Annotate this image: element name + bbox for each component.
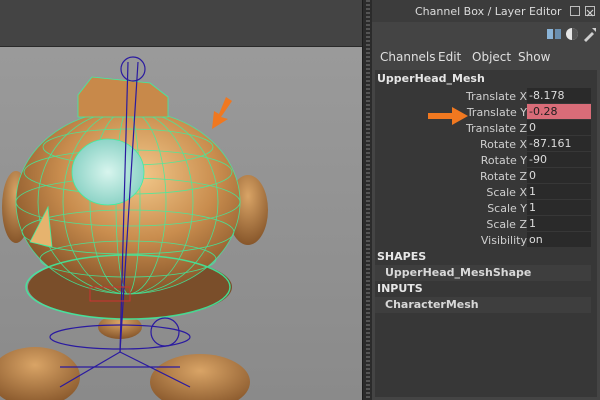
attr-label: Rotate Y	[480, 154, 527, 167]
attr-value-field[interactable]: on	[527, 232, 591, 247]
attr-row-rotate-z[interactable]: Rotate Z 0	[375, 168, 591, 184]
viewport-toolbar	[0, 0, 362, 47]
attr-label: Translate Y	[466, 106, 527, 119]
panel-splitter[interactable]	[362, 0, 372, 400]
right-arm-shape	[150, 354, 250, 400]
hat-shape	[77, 76, 169, 118]
left-arm-shape	[0, 347, 80, 400]
attr-label: Scale Z	[486, 218, 527, 231]
attr-value-field[interactable]: -8.178	[527, 88, 591, 103]
attr-value-field[interactable]: -90	[527, 152, 591, 167]
inputs-header: INPUTS	[377, 282, 423, 295]
channel-box-icon[interactable]	[546, 26, 562, 42]
shapes-item[interactable]: UpperHead_MeshShape	[375, 265, 591, 281]
object-name[interactable]: UpperHead_Mesh	[377, 72, 485, 85]
menu-edit[interactable]: Edit	[438, 50, 461, 64]
channel-box-panel: Channel Box / Layer Editor Channels Edit…	[372, 0, 600, 400]
tool-settings-icon[interactable]	[582, 26, 598, 42]
splitter-grip[interactable]	[366, 0, 370, 400]
close-panel-button[interactable]	[585, 6, 595, 17]
annotation-arrow-channel	[428, 107, 468, 125]
attr-row-scale-y[interactable]: Scale Y 1	[375, 200, 591, 216]
menu-object[interactable]: Object	[472, 50, 511, 64]
attr-row-rotate-x[interactable]: Rotate X -87.161	[375, 136, 591, 152]
viewport-panel[interactable]	[0, 0, 362, 400]
attr-label: Translate X	[466, 90, 527, 103]
attr-row-scale-z[interactable]: Scale Z 1	[375, 216, 591, 232]
shape-node-name: UpperHead_MeshShape	[385, 266, 532, 279]
attr-value-field[interactable]: 1	[527, 200, 591, 215]
attr-value-field[interactable]: 0	[527, 168, 591, 183]
scene-view[interactable]	[0, 47, 362, 400]
attr-row-translate-z[interactable]: Translate Z 0	[375, 120, 591, 136]
shapes-header: SHAPES	[377, 250, 427, 263]
attr-row-visibility[interactable]: Visibility on	[375, 232, 591, 248]
attr-value-field[interactable]: 1	[527, 184, 591, 199]
attr-row-translate-x[interactable]: Translate X -8.178	[375, 88, 591, 104]
attr-label: Scale X	[486, 186, 527, 199]
inputs-item[interactable]: CharacterMesh	[375, 297, 591, 313]
attr-label: Rotate X	[479, 138, 527, 151]
attr-value-field[interactable]: -87.161	[527, 136, 591, 151]
attr-value-field-highlighted[interactable]: -0.28	[527, 104, 591, 119]
annotation-arrow-viewport	[212, 97, 232, 129]
attr-label: Rotate Z	[479, 170, 527, 183]
close-icon	[586, 9, 594, 17]
float-panel-button[interactable]	[570, 6, 580, 16]
channel-list: UpperHead_Mesh Translate X -8.178 Transl…	[375, 70, 597, 397]
attr-label: Scale Y	[487, 202, 527, 215]
attr-label: Visibility	[480, 234, 527, 247]
menu-show[interactable]: Show	[518, 50, 550, 64]
attribute-editor-icon[interactable]	[564, 26, 580, 42]
attr-row-rotate-y[interactable]: Rotate Y -90	[375, 152, 591, 168]
input-node-name: CharacterMesh	[385, 298, 479, 311]
panel-title-bar: Channel Box / Layer Editor	[372, 0, 600, 22]
channel-box-icon-row	[372, 22, 600, 46]
attr-value-field[interactable]: 0	[527, 120, 591, 135]
character-render	[0, 56, 268, 400]
panel-title: Channel Box / Layer Editor	[415, 5, 562, 18]
attr-row-translate-y[interactable]: Translate Y -0.28	[375, 104, 591, 120]
attr-value-field[interactable]: 1	[527, 216, 591, 231]
menu-channels[interactable]: Channels	[380, 50, 436, 64]
attr-row-scale-x[interactable]: Scale X 1	[375, 184, 591, 200]
attr-label: Translate Z	[466, 122, 527, 135]
channel-box-menu-bar: Channels Edit Object Show	[372, 46, 600, 68]
